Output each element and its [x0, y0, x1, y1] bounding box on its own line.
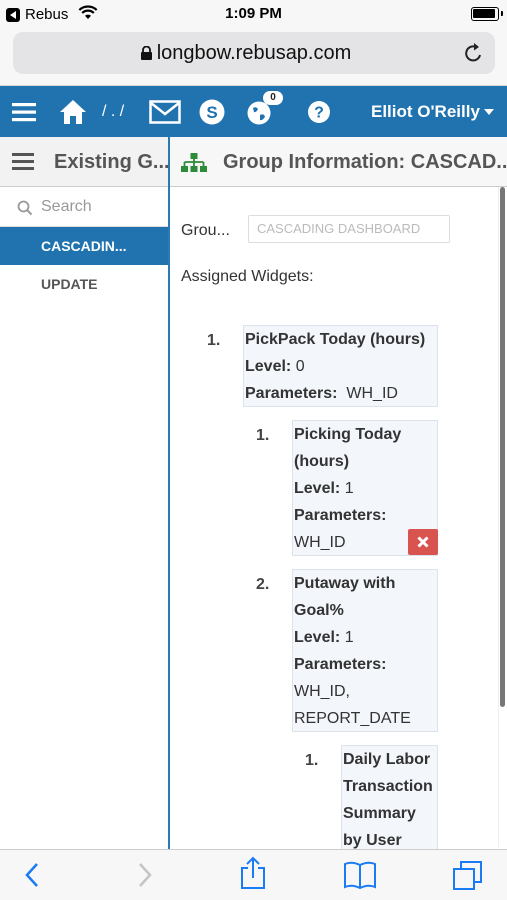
widget-number: 2. [256, 576, 270, 593]
widget-name-line4: by User [343, 832, 402, 849]
widget-level: 0 [295, 358, 305, 375]
widget-name-line3: Summary [343, 805, 416, 822]
battery-icon [471, 7, 503, 21]
forward-icon[interactable] [135, 860, 155, 890]
clock: 1:09 PM [225, 5, 282, 22]
back-icon[interactable] [22, 860, 42, 890]
help-icon: ? [308, 100, 330, 123]
svg-text:S: S [206, 103, 217, 122]
bookmarks-icon[interactable] [343, 860, 377, 890]
close-icon [417, 536, 429, 548]
messages-button[interactable] [149, 86, 181, 137]
app-header: / . / S 0 ? Elliot O'Reilly [0, 86, 507, 137]
sidebar: Existing G... Search CASCADIN... UPDATE [0, 137, 170, 849]
address-bar[interactable]: longbow.rebusap.com [13, 32, 495, 74]
scrollbar-thumb[interactable] [500, 187, 505, 707]
parameters-label: Parameters: [294, 656, 387, 673]
parameters-label: Parameters: [245, 385, 338, 402]
widget-number: 1. [207, 332, 221, 349]
sidebar-item-update[interactable]: UPDATE [0, 265, 168, 303]
level-label: Level: [294, 629, 341, 646]
caret-down-icon [483, 108, 494, 115]
widget-name-line2: Transaction [343, 778, 433, 795]
reload-icon[interactable] [463, 41, 485, 65]
level-label: Level: [294, 480, 341, 497]
widget-card-daily-labor[interactable]: Daily Labor Transaction Summary by User [341, 745, 438, 849]
group-name-field[interactable]: CASCADING DASHBOARD [248, 215, 450, 243]
home-button[interactable] [59, 86, 87, 137]
main-panel: Group Information: CASCAD... Grou... CAS… [170, 137, 507, 849]
widget-name: PickPack Today (hours) [245, 331, 426, 348]
widget-parameters: WH_ID [346, 385, 398, 402]
search-placeholder: Search [41, 198, 92, 215]
tabs-icon[interactable] [452, 860, 484, 892]
mail-icon [149, 99, 181, 124]
share-icon[interactable] [240, 856, 266, 890]
sidebar-title: Existing G... [54, 151, 170, 173]
hamburger-icon [12, 102, 36, 121]
widget-name-line2: Goal% [294, 602, 344, 619]
assigned-widgets-label: Assigned Widgets: [181, 268, 314, 285]
sidebar-toggle-icon[interactable] [12, 153, 34, 171]
user-menu[interactable]: Elliot O'Reilly [371, 86, 495, 137]
search-input[interactable]: Search [0, 187, 168, 227]
widget-parameters-line1: WH_ID, [294, 683, 350, 700]
widget-parameters-line2: REPORT_DATE [294, 710, 411, 727]
delete-widget-button[interactable] [408, 529, 438, 555]
widget-number: 1. [256, 427, 270, 444]
sitemap-icon [181, 153, 207, 172]
widget-parameters: WH_ID [294, 534, 346, 551]
browser-chrome: longbow.rebusap.com [0, 28, 507, 86]
main-header: Group Information: CASCAD... [170, 137, 507, 187]
parameters-label: Parameters: [294, 507, 387, 524]
widget-card-putaway[interactable]: Putaway with Goal% Level: 1 Parameters: … [292, 569, 438, 732]
page-title: Group Information: CASCAD... [223, 151, 507, 173]
sidebar-header: Existing G... [0, 137, 170, 187]
group-name-label: Grou... [181, 222, 230, 239]
widget-name-line1: Daily Labor [343, 751, 431, 768]
browser-toolbar [0, 849, 507, 900]
notifications-badge: 0 [263, 91, 283, 105]
breadcrumb[interactable]: / . / [102, 86, 124, 137]
screen: Rebus 1:09 PM longbow.rebusap.com / . / … [0, 0, 507, 900]
status-bar: Rebus 1:09 PM [0, 0, 507, 28]
widget-name-line1: Picking Today [294, 426, 402, 443]
widget-level: 1 [344, 629, 354, 646]
url-text: longbow.rebusap.com [156, 42, 352, 64]
skype-icon: S [199, 99, 225, 124]
help-button[interactable]: ? [307, 86, 331, 137]
svg-text:?: ? [314, 104, 324, 121]
scrollbar[interactable] [498, 187, 505, 847]
home-icon [60, 99, 86, 124]
search-icon [17, 200, 33, 216]
skype-button[interactable]: S [198, 86, 226, 137]
user-name: Elliot O'Reilly [371, 101, 480, 121]
level-label: Level: [245, 358, 292, 375]
sidebar-item-cascading[interactable]: CASCADIN... [0, 227, 168, 265]
widget-number: 1. [305, 752, 319, 769]
widget-level: 1 [344, 480, 354, 497]
widget-name-line2: (hours) [294, 453, 350, 470]
menu-button[interactable] [12, 86, 36, 137]
widget-name-line1: Putaway with [294, 575, 396, 592]
widget-card-pickpack[interactable]: PickPack Today (hours) Level: 0 Paramete… [243, 325, 438, 407]
